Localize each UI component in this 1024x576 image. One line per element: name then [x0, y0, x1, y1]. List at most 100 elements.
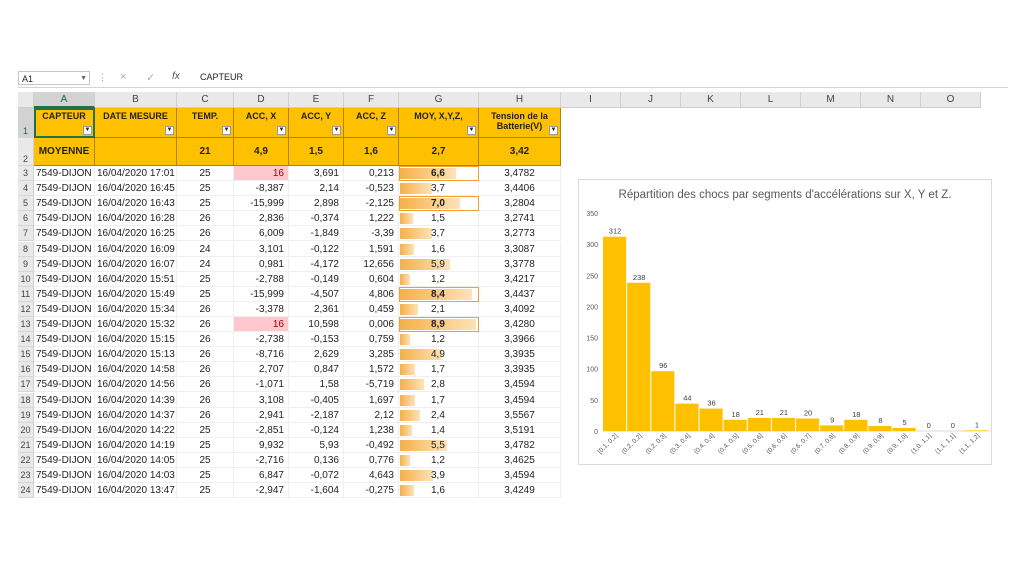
header-cell[interactable]: MOY, X,Y,Z, ▼: [399, 108, 479, 138]
row-header-3[interactable]: 3: [18, 166, 34, 182]
fx-icon[interactable]: fx: [172, 71, 180, 82]
table-cell[interactable]: 6,6: [399, 166, 479, 181]
table-cell[interactable]: 3,2804: [479, 196, 561, 212]
row-header-10[interactable]: 10: [18, 271, 34, 287]
table-cell[interactable]: 2,629: [289, 347, 344, 363]
table-cell[interactable]: -3,39: [344, 226, 399, 242]
table-cell[interactable]: 26: [177, 362, 234, 378]
column-header-e[interactable]: E: [289, 92, 344, 108]
row-header-5[interactable]: 5: [18, 196, 34, 212]
table-cell[interactable]: 5,93: [289, 437, 344, 453]
column-header-i[interactable]: I: [561, 92, 621, 108]
table-cell[interactable]: 25: [177, 468, 234, 483]
table-cell[interactable]: -15,999: [234, 196, 289, 212]
table-cell[interactable]: 3,9: [399, 468, 479, 483]
histogram-chart[interactable]: Répartition des chocs par segments d'acc…: [578, 179, 992, 465]
table-cell[interactable]: 16/04/2020 16:45: [95, 181, 177, 197]
table-cell[interactable]: 7549-DIJON: [34, 181, 95, 197]
table-cell[interactable]: -4,507: [289, 286, 344, 302]
table-cell[interactable]: 3,2773: [479, 226, 561, 242]
table-cell[interactable]: 7549-DIJON: [34, 301, 95, 317]
table-cell[interactable]: 26: [177, 301, 234, 317]
table-cell[interactable]: 16/04/2020 16:25: [95, 226, 177, 242]
table-cell[interactable]: 16/04/2020 13:47: [95, 483, 177, 499]
chart-bar[interactable]: [603, 236, 627, 431]
table-cell[interactable]: 7549-DIJON: [34, 196, 95, 212]
table-cell[interactable]: 2,12: [344, 407, 399, 423]
header-cell[interactable]: Tension de la Batterie(V) ▼: [479, 108, 561, 138]
table-cell[interactable]: 25: [177, 196, 234, 212]
table-cell[interactable]: 16/04/2020 15:13: [95, 347, 177, 363]
table-cell[interactable]: 12,656: [344, 256, 399, 272]
table-cell[interactable]: 3,7: [399, 181, 479, 197]
row-header-9[interactable]: 9: [18, 256, 34, 272]
row-header-21[interactable]: 21: [18, 437, 34, 453]
table-cell[interactable]: 7549-DIJON: [34, 226, 95, 242]
row-header-16[interactable]: 16: [18, 362, 34, 378]
table-cell[interactable]: 1,4: [399, 422, 479, 438]
table-cell[interactable]: 25: [177, 286, 234, 302]
table-cell[interactable]: 3,101: [234, 241, 289, 257]
column-header-k[interactable]: K: [681, 92, 741, 108]
table-cell[interactable]: 2,4: [399, 407, 479, 423]
row-header-1[interactable]: 1: [18, 108, 34, 138]
table-cell[interactable]: 16/04/2020 14:56: [95, 377, 177, 393]
table-cell[interactable]: 3,4280: [479, 317, 561, 332]
table-cell[interactable]: 25: [177, 452, 234, 468]
table-cell[interactable]: -2,788: [234, 271, 289, 287]
table-cell[interactable]: 1,591: [344, 241, 399, 257]
table-cell[interactable]: 1,697: [344, 392, 399, 408]
table-cell[interactable]: 26: [177, 347, 234, 363]
row-header-19[interactable]: 19: [18, 407, 34, 423]
table-cell[interactable]: 9,932: [234, 437, 289, 453]
table-cell[interactable]: 0,006: [344, 317, 399, 332]
table-cell[interactable]: 7549-DIJON: [34, 392, 95, 408]
filter-dropdown-icon[interactable]: ▼: [165, 126, 174, 135]
table-cell[interactable]: 3,4092: [479, 301, 561, 317]
average-cell[interactable]: 3,42: [479, 138, 561, 166]
table-cell[interactable]: -5,719: [344, 377, 399, 393]
header-cell[interactable]: ACC, X ▼: [234, 108, 289, 138]
table-cell[interactable]: 3,4625: [479, 452, 561, 468]
table-cell[interactable]: 3,4594: [479, 468, 561, 483]
table-cell[interactable]: 0,981: [234, 256, 289, 272]
table-cell[interactable]: -0,275: [344, 483, 399, 499]
chart-bar[interactable]: [723, 419, 747, 431]
table-cell[interactable]: 25: [177, 483, 234, 499]
table-cell[interactable]: 3,4437: [479, 286, 561, 302]
table-cell[interactable]: 3,4249: [479, 483, 561, 499]
table-cell[interactable]: 7549-DIJON: [34, 483, 95, 499]
cancel-icon[interactable]: ×: [120, 71, 126, 83]
formula-content[interactable]: CAPTEUR: [200, 72, 243, 82]
table-cell[interactable]: -1,849: [289, 226, 344, 242]
table-cell[interactable]: 16/04/2020 15:51: [95, 271, 177, 287]
table-cell[interactable]: 0,847: [289, 362, 344, 378]
column-header-j[interactable]: J: [621, 92, 681, 108]
table-cell[interactable]: 3,5191: [479, 422, 561, 438]
table-cell[interactable]: 16/04/2020 14:05: [95, 452, 177, 468]
row-header-24[interactable]: 24: [18, 483, 34, 499]
chart-bar[interactable]: [771, 417, 795, 431]
table-cell[interactable]: 1,238: [344, 422, 399, 438]
table-cell[interactable]: 25: [177, 166, 234, 181]
column-header-o[interactable]: O: [921, 92, 981, 108]
table-cell[interactable]: 7549-DIJON: [34, 407, 95, 423]
table-cell[interactable]: -2,738: [234, 332, 289, 348]
table-cell[interactable]: 25: [177, 422, 234, 438]
table-cell[interactable]: 2,361: [289, 301, 344, 317]
table-cell[interactable]: 26: [177, 317, 234, 332]
table-cell[interactable]: 3,3778: [479, 256, 561, 272]
table-cell[interactable]: 3,7: [399, 226, 479, 242]
table-cell[interactable]: 16/04/2020 14:03: [95, 468, 177, 483]
table-cell[interactable]: 7549-DIJON: [34, 211, 95, 227]
table-cell[interactable]: 16/04/2020 16:09: [95, 241, 177, 257]
average-cell[interactable]: [95, 138, 177, 166]
table-cell[interactable]: -0,122: [289, 241, 344, 257]
table-cell[interactable]: 2,898: [289, 196, 344, 212]
table-cell[interactable]: 3,3087: [479, 241, 561, 257]
table-cell[interactable]: 3,3966: [479, 332, 561, 348]
table-cell[interactable]: 4,806: [344, 286, 399, 302]
table-cell[interactable]: 3,4406: [479, 181, 561, 197]
column-header-c[interactable]: C: [177, 92, 234, 108]
table-cell[interactable]: 16/04/2020 15:34: [95, 301, 177, 317]
